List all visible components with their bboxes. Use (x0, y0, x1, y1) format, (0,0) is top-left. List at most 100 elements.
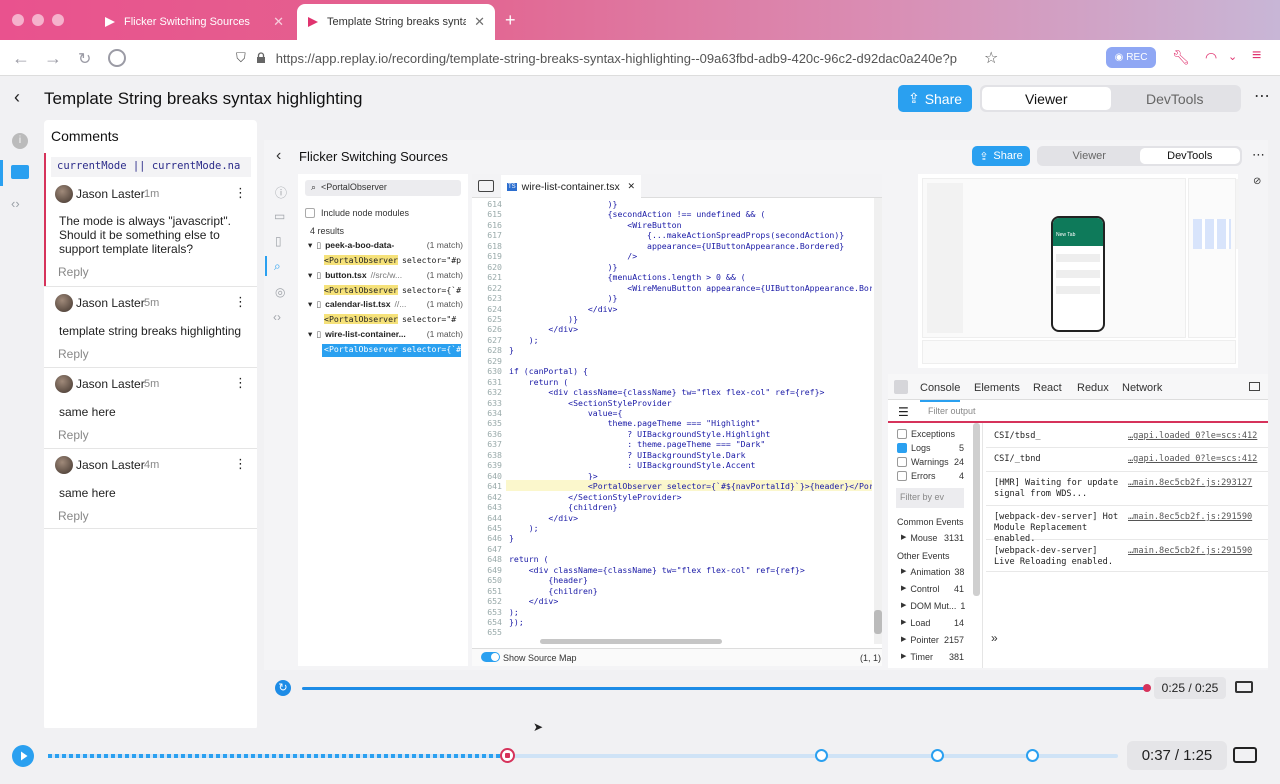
include-node-modules-checkbox (305, 208, 315, 218)
editor-vscrollbar (874, 198, 882, 644)
event-label: Mouse (910, 533, 938, 543)
reply-button[interactable]: Reply (58, 347, 89, 361)
chevron-down-icon[interactable]: ⌄ (1228, 50, 1237, 63)
comment-thread: Jason Laster 4m ⋮ same here Reply (44, 448, 257, 529)
console-tab: Console (920, 382, 961, 402)
back-arrow-icon[interactable]: ← (12, 48, 30, 69)
line-number: 629 (487, 355, 502, 366)
code-line: </div> (509, 303, 618, 314)
code-line: return ( (509, 376, 569, 387)
code-line: return ( (509, 554, 549, 565)
share-button[interactable]: ⇪ Share (898, 85, 972, 112)
log-message: CSI/_tbnd (994, 454, 1041, 464)
inner-more-icon: ⋯ (1252, 147, 1265, 162)
code-line: : theme.pageTheme === "Dark" (509, 439, 766, 450)
menu-icon[interactable]: ≡ (1252, 47, 1261, 65)
comment-menu-icon[interactable]: ⋮ (234, 294, 247, 310)
viewer-tab[interactable]: Viewer (982, 87, 1111, 110)
comment-menu-icon[interactable]: ⋮ (234, 375, 247, 391)
more-options-icon[interactable]: ⋯ (1254, 86, 1270, 106)
line-number: 648 (487, 554, 502, 565)
line-number: 615 (487, 209, 502, 220)
reply-button[interactable]: Reply (58, 265, 89, 279)
browser-tab-template-string[interactable]: Template String breaks syntax hi ✕ (297, 4, 495, 40)
event-row: ▶ Load 14 (901, 618, 964, 628)
match-word: PortalObserver (328, 314, 398, 324)
close-file-icon: ✕ (627, 181, 635, 191)
event-count: 14 (953, 618, 964, 628)
window-close-button[interactable] (12, 14, 24, 26)
search-result-file: ▾ ▯ calendar-list.tsx//... (1 match) (308, 299, 463, 313)
reply-button[interactable]: Reply (58, 509, 89, 523)
replay-logo-icon (308, 17, 318, 27)
line-number: 623 (487, 293, 502, 304)
shield-icon[interactable]: ⛉ (236, 50, 246, 66)
new-tab-plus-icon[interactable]: + (505, 10, 516, 31)
address-bar[interactable]: ⛉ https://app.replay.io/recording/templa… (228, 44, 1006, 72)
share-icon: ⇪ (979, 150, 989, 163)
code-line: {secondAction !== undefined && ( (509, 209, 766, 220)
bookmark-star-icon[interactable]: ☆ (984, 48, 998, 68)
wrench-icon[interactable]: 🔧︎ (1172, 49, 1190, 66)
common-events-title: Common Events (897, 517, 964, 527)
close-tab-icon[interactable]: ✕ (474, 14, 485, 30)
comment-marker[interactable] (1026, 749, 1039, 762)
inner-info-icon: ⓘ (275, 186, 288, 200)
fullscreen-icon[interactable] (1233, 747, 1257, 763)
line-number: 614 (487, 199, 502, 209)
code-line: ? UIBackgroundStyle.Highlight (509, 428, 771, 439)
comment-menu-icon[interactable]: ⋮ (234, 185, 247, 201)
reply-button[interactable]: Reply (58, 428, 89, 442)
result-path: //... (394, 299, 407, 309)
log-source-link: …main.8ec5cb2f.js:291590 (1128, 546, 1253, 556)
close-tab-icon[interactable]: ✕ (273, 14, 284, 30)
comment-text: same here (59, 486, 116, 500)
comment-marker[interactable] (815, 749, 828, 762)
expand-triangle-icon: ▶ (901, 568, 907, 575)
extension-icon[interactable] (108, 49, 126, 67)
code-line: <div className={className} tw="flex flex… (509, 387, 825, 398)
level-count: 4 (958, 471, 964, 481)
play-button[interactable] (12, 745, 34, 767)
comments-icon[interactable] (11, 165, 29, 179)
inner-mode-toggle: Viewer DevTools (1037, 146, 1242, 166)
reload-icon[interactable]: ↻ (78, 49, 91, 69)
avatar (55, 456, 73, 474)
include-node-modules-label: Include node modules (321, 208, 410, 218)
devtools-tab[interactable]: DevTools (1111, 87, 1240, 110)
comment-marker[interactable] (931, 749, 944, 762)
match-count: (1 match) (426, 240, 463, 250)
rec-label: REC (1126, 52, 1148, 63)
code-line: <SectionStyleProvider (509, 397, 672, 408)
line-number: 617 (487, 230, 502, 241)
code-icon[interactable]: ‹› (11, 196, 20, 211)
search-result-line: <PortalObserver selector="#p (322, 255, 461, 268)
search-result-line: <PortalObserver selector="# (322, 314, 461, 327)
result-path: //src/w... (370, 269, 403, 280)
expand-triangle-icon: ▶ (901, 636, 907, 643)
forward-arrow-icon[interactable]: → (44, 48, 62, 69)
headset-icon[interactable]: ◠ (1205, 49, 1217, 66)
comment-author: Jason Laster (76, 187, 145, 201)
comment-marker-active[interactable] (500, 748, 515, 763)
back-chevron-icon[interactable]: ‹ (14, 87, 20, 108)
code-line: )} (509, 261, 618, 272)
comment-text: template string breaks highlighting (59, 324, 242, 338)
browser-tab-flicker[interactable]: Flicker Switching Sources ✕ (94, 4, 294, 40)
event-label: Animation (910, 567, 951, 577)
event-label: Load (910, 618, 931, 628)
event-label: DOM Mut... (910, 601, 957, 611)
window-zoom-button[interactable] (52, 14, 64, 26)
console-level-row: Warnings 24 (897, 456, 964, 468)
sidebar-toggle-icon: ☰ (898, 405, 909, 419)
window-minimize-button[interactable] (32, 14, 44, 26)
code-line: theme.pageTheme === "Highlight" (509, 418, 761, 429)
rec-button[interactable]: ◉ REC (1106, 47, 1156, 68)
code-line: value={ (509, 408, 623, 418)
search-result-file: ▾ ▯ button.tsx//src/w... (1 match) (308, 270, 463, 284)
comment-menu-icon[interactable]: ⋮ (234, 456, 247, 472)
avatar (55, 375, 73, 393)
preview-grid (1193, 219, 1231, 249)
mode-toggle: Viewer DevTools (980, 85, 1241, 112)
info-icon[interactable]: i (12, 133, 28, 149)
